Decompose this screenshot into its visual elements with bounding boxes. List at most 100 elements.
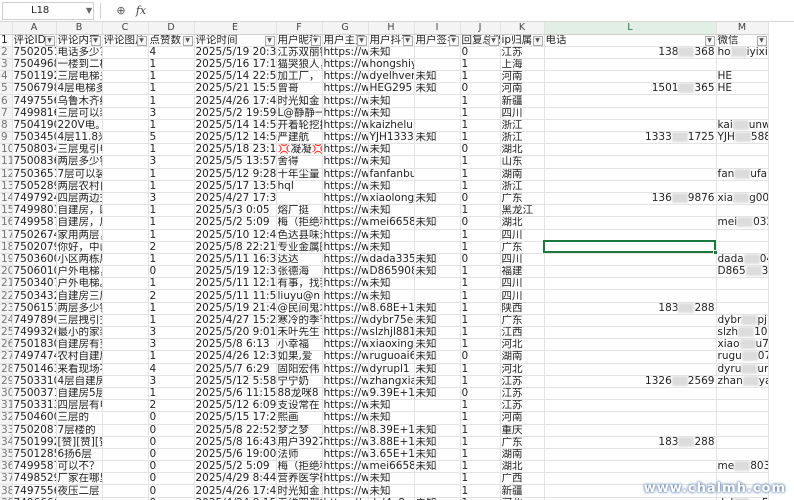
column-header-i[interactable]: I [414,22,461,35]
grid-cell[interactable] [102,253,149,267]
grid-cell[interactable]: 自建房，四层多少钱 [56,204,103,218]
row-number[interactable]: 3 [0,58,13,72]
grid-cell[interactable] [544,58,717,72]
grid-cell[interactable]: 自建房有变转的想法 [56,338,103,352]
grid-cell[interactable] [544,229,717,242]
row-number[interactable]: 10 [0,143,13,157]
grid-cell[interactable]: 2025/5/3 0:05 [194,204,277,218]
grid-cell[interactable] [716,241,769,254]
column-header-j[interactable]: J [460,22,501,35]
grid-cell[interactable]: 2025/5/16 17:10 [194,58,277,72]
grid-cell[interactable]: 四川 [500,229,545,242]
grid-cell[interactable] [276,192,323,206]
grid-cell[interactable]: 75052893 [12,180,57,193]
grid-cell[interactable]: 1 [460,155,501,169]
row-number[interactable]: 17 [0,229,13,242]
grid-cell[interactable]: https://www.douyin [322,107,369,120]
grid-cell[interactable]: 夜压二层 [56,484,103,498]
grid-cell[interactable]: hql [276,180,323,193]
grid-cell[interactable]: 1 [148,94,195,108]
field-header[interactable]: 微信 ▼ [716,34,769,47]
grid-cell[interactable]: fan ufan161 [716,168,769,181]
grid-cell[interactable]: https://www. [322,58,369,72]
grid-cell[interactable]: 3 [148,338,195,352]
grid-cell[interactable]: 2025/5/18 23:10 [194,143,277,157]
grid-cell[interactable]: https://www. [322,253,369,267]
grid-cell[interactable]: 75033136 [12,399,57,413]
grid-cell[interactable]: https://www.douyin [322,155,369,169]
grid-cell[interactable]: 户外电梯。两人都行 [56,277,103,291]
grid-cell[interactable]: 曾哥 [276,82,323,96]
grid-cell[interactable]: https://www.douyin [322,241,369,254]
column-header-e[interactable]: E [194,22,277,35]
grid-cell[interactable]: slzh 1023 [716,326,769,340]
filter-dropdown-icon[interactable]: ▼ [532,35,543,46]
grid-cell[interactable]: https://www.douyin [322,472,369,486]
field-header[interactable]: 用户抖音 ▼ [368,34,415,47]
grid-cell[interactable]: 湖北 [500,216,545,230]
grid-cell[interactable] [102,314,149,328]
row-number[interactable]: 12 [0,168,13,181]
grid-cell[interactable]: 75060109 [12,265,57,279]
grid-cell[interactable] [102,204,149,218]
field-header[interactable]: 用户昵称 ▼ [276,34,323,47]
grid-cell[interactable]: 4层11.8米总高。鬼号 [56,131,103,145]
grid-cell[interactable]: 未知 [414,448,461,462]
grid-cell[interactable] [716,277,769,291]
grid-cell[interactable]: 2025/5/6 19:00 [194,448,277,462]
row-number[interactable]: 19 [0,253,13,267]
grid-cell[interactable]: 河南 [500,70,545,84]
grid-cell[interactable]: 广东 [500,241,545,254]
grid-cell[interactable]: 1 [148,277,195,291]
grid-cell[interactable]: 75080347 [12,143,57,157]
row-number[interactable]: 30 [0,387,13,401]
field-header[interactable]: 点赞数 ▼ [148,34,195,47]
grid-cell[interactable] [102,265,149,279]
grid-cell[interactable]: 75026743 [12,229,57,242]
grid-cell[interactable] [102,289,149,303]
grid-cell[interactable]: https://www.douyin [322,143,369,157]
grid-cell[interactable]: 有事，找我 [276,277,323,291]
filter-dropdown-icon[interactable]: ▼ [756,35,767,46]
grid-cell[interactable] [716,387,769,401]
grid-cell[interactable]: 2025/5/10 12:48 [194,229,277,242]
grid-cell[interactable]: 8.39E+10 [368,424,415,437]
grid-cell[interactable]: 0 [460,46,501,59]
grid-cell[interactable]: https://www. [322,168,369,181]
grid-cell[interactable]: 未知 [414,326,461,340]
grid-cell[interactable] [716,411,769,425]
grid-cell[interactable] [544,107,717,120]
grid-cell[interactable]: 未知 [368,472,415,486]
grid-cell[interactable]: dada3350 [368,253,415,267]
grid-cell[interactable]: 2025/4/29 8:44 [194,472,277,486]
grid-cell[interactable]: https://www.douyin [322,46,369,59]
grid-cell[interactable]: 三层电梯多少钱 [56,70,103,84]
grid-cell[interactable] [544,289,717,303]
grid-cell[interactable]: 农村自建房，没有电梯 [56,350,103,364]
grid-cell[interactable]: 7层楼的 [56,424,103,437]
grid-cell[interactable]: 加工厂， [276,70,323,84]
grid-cell[interactable]: 74998167 [12,107,57,120]
grid-cell[interactable] [544,350,717,364]
grid-cell[interactable]: 两层多少钱 [56,155,103,169]
grid-cell[interactable]: 74975561 [12,484,57,498]
grid-cell[interactable] [414,204,461,218]
grid-cell[interactable]: 专业金属图 [276,241,323,254]
grid-cell[interactable] [102,302,149,315]
grid-cell[interactable]: 广西 [500,472,545,486]
grid-cell[interactable]: 禾叶先生 [276,326,323,340]
grid-cell[interactable]: ho iyixiaohu [716,46,769,59]
grid-cell[interactable]: 2025/4/26 12:30 [194,350,277,364]
grid-cell[interactable]: 2025/5/14 22:56 [194,70,277,84]
grid-cell[interactable]: 时光知金 [276,94,323,108]
grid-cell[interactable]: 1 [460,436,501,449]
grid-cell[interactable]: 张德海 [276,265,323,279]
grid-cell[interactable] [102,155,149,169]
grid-cell[interactable] [102,387,149,401]
grid-cell[interactable]: dyelhver [368,70,415,84]
filter-dropdown-icon[interactable]: ▼ [182,35,193,46]
grid-cell[interactable]: 色达县味油 [276,229,323,242]
grid-cell[interactable] [414,484,461,498]
row-number[interactable]: 8 [0,119,13,133]
grid-cell[interactable]: 1 [148,204,195,218]
